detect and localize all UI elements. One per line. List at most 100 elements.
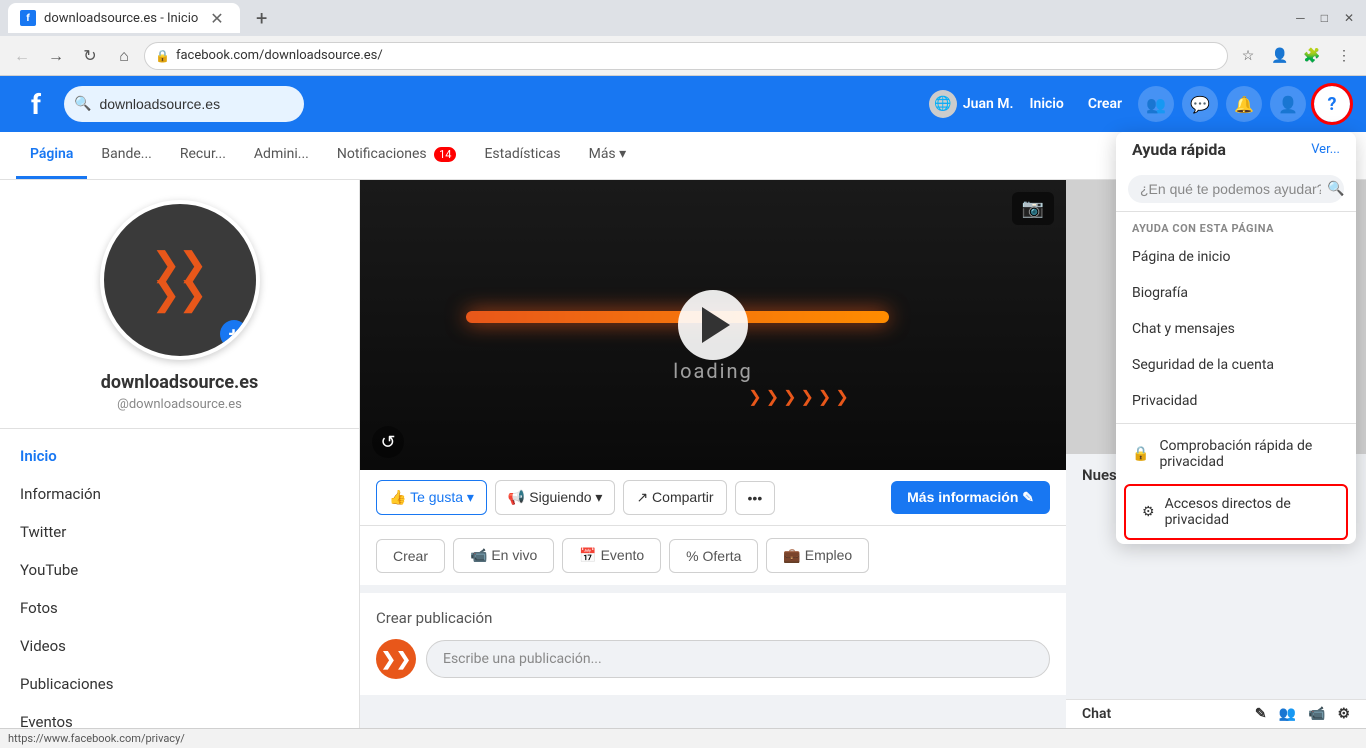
fb-header: f 🔍 🌐 Juan M. Inicio Crear 👥 💬 🔔 👤 ? (0, 76, 1366, 132)
back-btn[interactable]: ← (8, 42, 36, 70)
dropdown-header-link[interactable]: Ver... (1311, 142, 1340, 157)
lock-icon-small: 🔒 (1132, 446, 1149, 462)
address-bar[interactable]: 🔒 facebook.com/downloadsource.es/ (144, 42, 1228, 70)
loading-arrows: ❯ ❯ ❯ ❯ ❯ ❯ (748, 387, 848, 406)
chevron-2: ❯❯ (153, 282, 207, 308)
fb-nav-crear[interactable]: Crear (1080, 96, 1130, 112)
page-nav-recur[interactable]: Recur... (166, 132, 240, 179)
dropdown-privacy-check-label: Comprobación rápida de privacidad (1159, 438, 1340, 470)
fb-nav-inicio[interactable]: Inicio (1022, 96, 1072, 112)
dropdown-item-inicio[interactable]: Página de inicio (1116, 239, 1356, 275)
fb-user-profile[interactable]: 🌐 Juan M. (929, 90, 1014, 118)
post-actions-bar: Crear 📹 En vivo 📅 Evento % Oferta 💼 Empl… (360, 526, 1066, 593)
browser-tab[interactable]: f downloadsource.es - Inicio ✕ (8, 3, 240, 33)
action-bar: 👍 Te gusta ▾ 📢 Siguiendo ▾ ↗ Compartir •… (360, 470, 1066, 526)
sidebar-item-fotos[interactable]: Fotos (0, 589, 359, 627)
dropdown-section-title: AYUDA CON ESTA PÁGINA (1116, 212, 1356, 239)
lock-icon: 🔒 (155, 49, 170, 63)
sidebar-item-publicaciones[interactable]: Publicaciones (0, 665, 359, 703)
sidebar-item-youtube[interactable]: YouTube (0, 551, 359, 589)
fb-notifications-btn[interactable]: 🔔 (1226, 86, 1262, 122)
fb-friends-btn[interactable]: 👥 (1138, 86, 1174, 122)
sidebar-item-inicio[interactable]: Inicio (0, 437, 359, 475)
loading-text: loading (673, 359, 753, 383)
bookmark-icon[interactable]: ☆ (1234, 42, 1262, 70)
dropdown-item-privacidad[interactable]: Privacidad (1116, 383, 1356, 419)
page-nav-notif[interactable]: Notificaciones 14 (323, 132, 471, 179)
chat-video-icon[interactable]: 📹 (1308, 706, 1325, 722)
sidebar-nav: Inicio Información Twitter YouTube Fotos… (0, 429, 359, 728)
dropdown-item-seguridad[interactable]: Seguridad de la cuenta (1116, 347, 1356, 383)
post-input[interactable]: Escribe una publicación... (426, 640, 1050, 678)
extensions-icon[interactable]: 🧩 (1298, 42, 1326, 70)
chat-group-icon[interactable]: 👥 (1279, 706, 1296, 722)
fb-people-btn[interactable]: 👤 (1270, 86, 1306, 122)
chat-settings-icon[interactable]: ⚙ (1337, 706, 1350, 722)
event-btn[interactable]: 📅 Evento (562, 538, 661, 573)
more-btn[interactable]: ••• (735, 481, 776, 515)
sidebar-item-eventos[interactable]: Eventos (0, 703, 359, 728)
home-btn[interactable]: ⌂ (110, 42, 138, 70)
profile-username: @downloadsource.es (16, 397, 343, 412)
dropdown-item-chat[interactable]: Chat y mensajes (1116, 311, 1356, 347)
page-nav-pagina[interactable]: Página (16, 132, 87, 179)
new-tab-btn[interactable]: + (248, 4, 276, 32)
tab-close-btn[interactable]: ✕ (206, 7, 227, 30)
dropdown-search-box[interactable]: 🔍 (1128, 175, 1344, 203)
following-btn[interactable]: 📢 Siguiendo ▾ (495, 480, 616, 515)
chat-label: Chat (1082, 706, 1111, 722)
dropdown-privacy-shortcuts[interactable]: ⚙ Accesos directos de privacidad (1124, 484, 1348, 540)
dropdown-privacy-check[interactable]: 🔒 Comprobación rápida de privacidad (1116, 428, 1356, 480)
fb-logo: f (16, 84, 56, 124)
post-input-area: ❯❯ Escribe una publicación... (376, 639, 1050, 679)
messenger-icon: 💬 (1190, 95, 1210, 114)
cover-camera-btn[interactable]: 📷 (1012, 192, 1054, 225)
page-nav-bande[interactable]: Bande... (87, 132, 165, 179)
sidebar-item-twitter[interactable]: Twitter (0, 513, 359, 551)
chat-compose-icon[interactable]: ✎ (1255, 706, 1267, 722)
profile-icon[interactable]: 👤 (1266, 42, 1294, 70)
sidebar-item-videos[interactable]: Videos (0, 627, 359, 665)
profile-avatar: ❯❯ ❯❯ + (100, 200, 260, 360)
play-btn[interactable] (678, 290, 748, 360)
chat-icons: ✎ 👥 📹 ⚙ (1255, 706, 1350, 722)
create-btn[interactable]: Crear (376, 539, 445, 573)
refresh-btn[interactable]: ↻ (76, 42, 104, 70)
tab-title: downloadsource.es - Inicio (44, 11, 198, 26)
forward-btn[interactable]: → (42, 42, 70, 70)
dropdown-privacy-shortcuts-label: Accesos directos de privacidad (1165, 496, 1330, 528)
job-btn[interactable]: 💼 Empleo (766, 538, 869, 573)
live-btn[interactable]: 📹 En vivo (453, 538, 554, 573)
post-avatar-img: ❯❯ (376, 639, 416, 679)
post-section: Crear publicación ❯❯ Escribe una publica… (360, 593, 1066, 695)
window-controls: ─ □ ✕ (1296, 11, 1358, 25)
status-bar: https://www.facebook.com/privacy/ (0, 728, 1366, 748)
sidebar-item-informacion[interactable]: Información (0, 475, 359, 513)
dropdown-search-input[interactable] (1140, 181, 1321, 197)
like-btn[interactable]: 👍 Te gusta ▾ (376, 480, 487, 515)
maximize-btn[interactable]: □ (1321, 11, 1328, 25)
menu-icon[interactable]: ⋮ (1330, 42, 1358, 70)
close-btn[interactable]: ✕ (1344, 11, 1354, 25)
fb-search-bar[interactable]: 🔍 (64, 86, 304, 122)
status-url: https://www.facebook.com/privacy/ (8, 732, 185, 745)
replay-btn[interactable]: ↺ (372, 426, 404, 458)
fb-search-input[interactable] (99, 96, 279, 112)
minimize-btn[interactable]: ─ (1296, 11, 1305, 25)
dropdown-item-biografia[interactable]: Biografía (1116, 275, 1356, 311)
offer-btn[interactable]: % Oferta (669, 539, 758, 573)
people-icon: 👤 (1278, 95, 1298, 114)
page-nav-estadisticas[interactable]: Estadísticas (470, 132, 574, 179)
fb-messenger-btn[interactable]: 💬 (1182, 86, 1218, 122)
help-icon: ? (1328, 94, 1337, 115)
friends-icon: 👥 (1146, 95, 1166, 114)
share-btn[interactable]: ↗ Compartir (623, 480, 726, 515)
notif-badge: 14 (434, 147, 456, 162)
profile-section: ❯❯ ❯❯ + downloadsource.es @downloadsourc… (0, 180, 359, 429)
fb-help-btn[interactable]: ? (1314, 86, 1350, 122)
profile-add-btn[interactable]: + (220, 320, 248, 348)
page-nav-admini[interactable]: Admini... (240, 132, 323, 179)
more-info-btn[interactable]: Más información ✎ (891, 481, 1050, 514)
page-nav-mas[interactable]: Más ▾ (575, 132, 641, 179)
tab-favicon: f (20, 10, 36, 26)
